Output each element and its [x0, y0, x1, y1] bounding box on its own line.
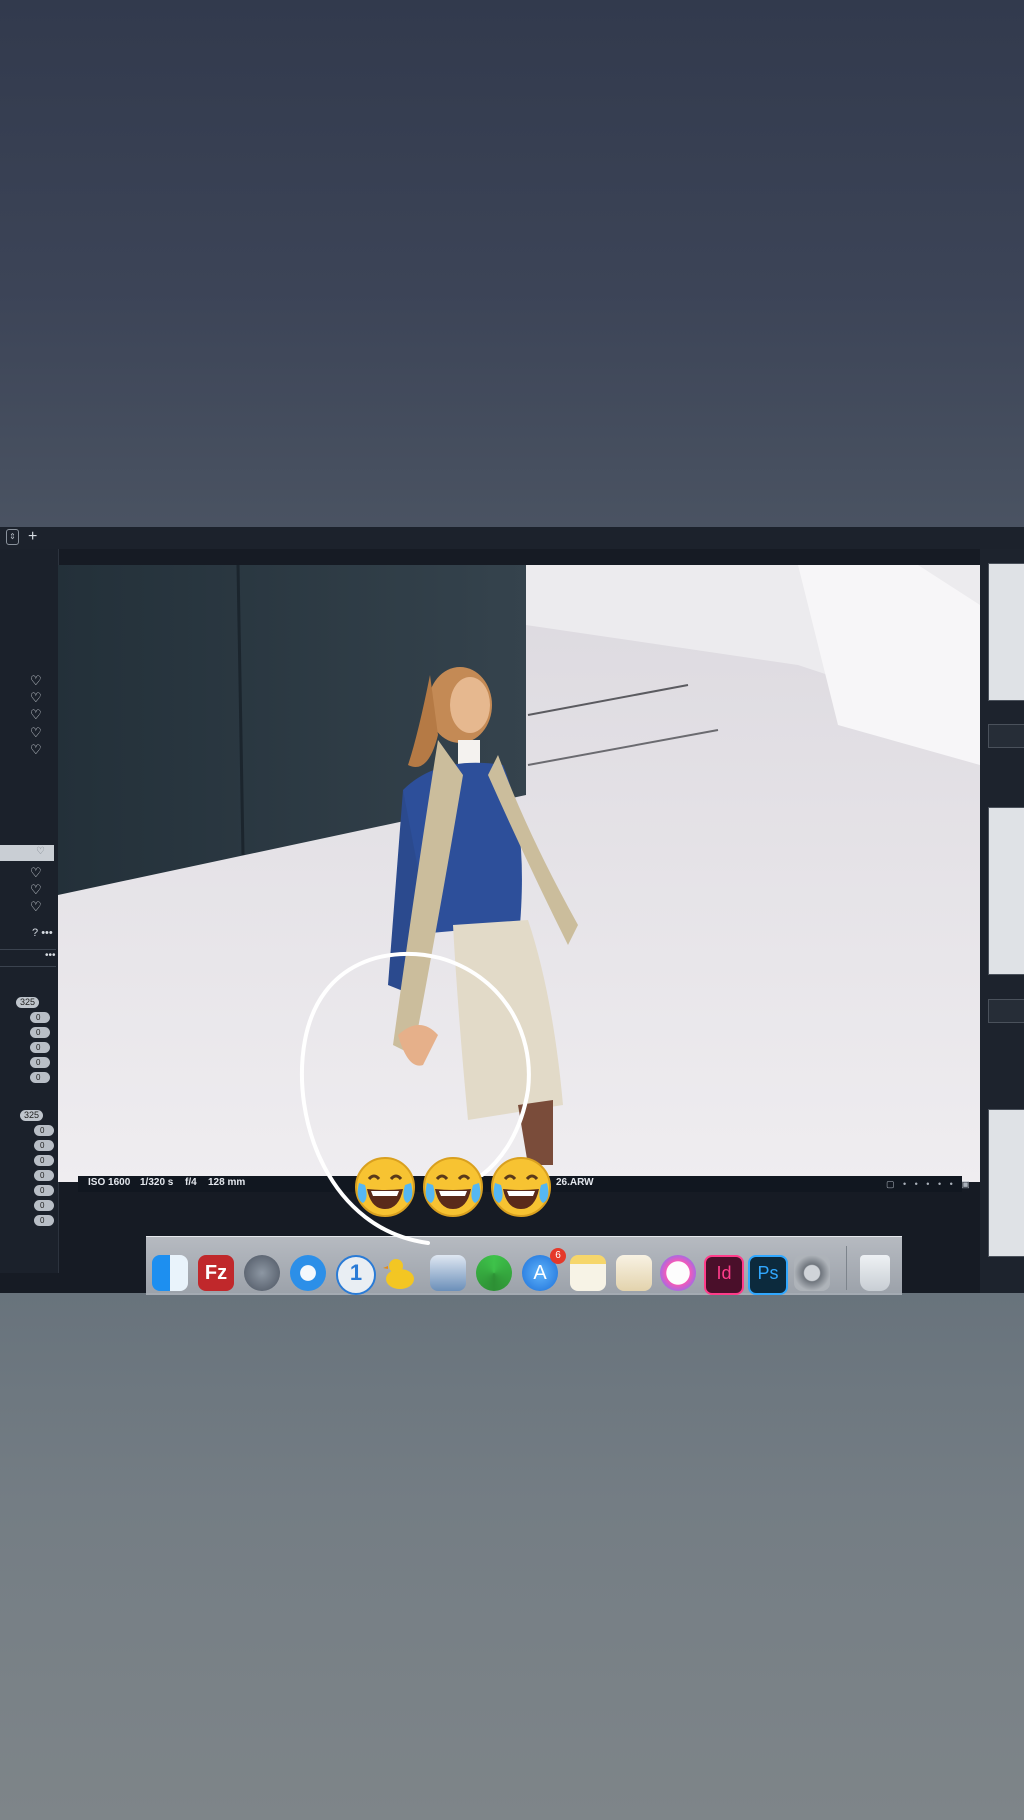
heart-icon[interactable]: ♡ — [30, 899, 42, 915]
more-icon[interactable]: ▢ • • • • • ▣ — [886, 1179, 973, 1190]
count-pill[interactable]: 0 — [34, 1170, 54, 1181]
photo-scene — [58, 565, 980, 1182]
dock-separator — [846, 1246, 847, 1290]
launchpad-icon[interactable] — [244, 1255, 280, 1291]
trash-icon[interactable] — [860, 1255, 890, 1291]
heart-icon[interactable]: ♡ — [30, 865, 42, 881]
thumbnail-selected[interactable] — [988, 807, 1024, 975]
heart-icon[interactable]: ♡ — [30, 882, 42, 898]
heart-icon[interactable]: ♡ — [30, 690, 42, 706]
more-icon[interactable]: ••• — [45, 950, 56, 961]
count-pill[interactable]: 0 — [30, 1057, 50, 1068]
itunes-icon[interactable] — [660, 1255, 696, 1291]
photoshop-icon[interactable]: Ps — [748, 1255, 788, 1295]
safari-icon[interactable] — [290, 1255, 326, 1291]
main-photo — [58, 565, 980, 1182]
filezilla-icon[interactable]: Fz — [198, 1255, 234, 1291]
meta-iso: ISO 1600 — [88, 1177, 131, 1188]
count-pill[interactable]: 0 — [34, 1200, 54, 1211]
meta-filename: 26.ARW — [556, 1177, 594, 1188]
heart-icon[interactable]: ♡ — [30, 673, 42, 689]
cyberduck-icon[interactable] — [382, 1255, 418, 1291]
preview-icon[interactable] — [430, 1255, 466, 1291]
laughing-emoji — [489, 1155, 553, 1219]
help-icon[interactable]: ? ••• — [32, 927, 53, 939]
count-pill[interactable]: 0 — [30, 1012, 50, 1023]
story-top-background — [0, 0, 1024, 527]
sync-icon[interactable] — [476, 1255, 512, 1291]
search-field[interactable]: ••• — [0, 949, 56, 967]
add-button[interactable]: + — [28, 528, 37, 546]
1password-icon[interactable]: 1 — [336, 1255, 376, 1295]
selected-row[interactable]: ♡ — [0, 845, 54, 861]
meta-focal: 128 mm — [208, 1177, 246, 1188]
app-toolbar: ⇕ + — [0, 527, 1024, 549]
notes-icon[interactable] — [570, 1255, 606, 1291]
left-panel: ♡ ♡ ♡ ♡ ♡ ♡ ♡ ♡ ♡ ? ••• ••• 325 0 0 0 0 … — [0, 549, 59, 1273]
pages-icon[interactable] — [616, 1255, 652, 1291]
stepper-icon[interactable]: ⇕ — [6, 529, 19, 545]
count-pill[interactable]: 325 — [20, 1110, 44, 1121]
count-pill[interactable]: 0 — [34, 1155, 54, 1166]
heart-icon[interactable]: ♡ — [30, 742, 42, 758]
thumbnail-label — [988, 724, 1024, 748]
thumbnail[interactable] — [988, 1109, 1024, 1257]
system-preferences-icon[interactable] — [794, 1255, 830, 1291]
indesign-icon[interactable]: Id — [704, 1255, 744, 1295]
count-pill[interactable]: 0 — [30, 1042, 50, 1053]
heart-icon[interactable]: ♡ — [30, 707, 42, 723]
story-bottom-background — [0, 1293, 1024, 1820]
count-pill[interactable]: 0 — [30, 1072, 50, 1083]
laughing-emoji — [421, 1155, 485, 1219]
count-pill[interactable]: 0 — [34, 1185, 54, 1196]
count-pill[interactable]: 0 — [30, 1027, 50, 1038]
thumbnail-label — [988, 999, 1024, 1023]
meta-aperture: f/4 — [185, 1177, 197, 1188]
count-pill[interactable]: 0 — [34, 1125, 54, 1136]
thumbnail[interactable] — [988, 563, 1024, 701]
heart-icon[interactable]: ♡ — [30, 725, 42, 741]
count-pill[interactable]: 325 — [16, 997, 40, 1008]
filmstrip — [980, 549, 1024, 1293]
laughing-emoji — [353, 1155, 417, 1219]
count-pill[interactable]: 0 — [34, 1140, 54, 1151]
heart-icon: ♡ — [36, 846, 45, 857]
meta-shutter: 1/320 s — [140, 1177, 174, 1188]
notification-badge: 6 — [550, 1248, 566, 1264]
count-pill[interactable]: 0 — [34, 1215, 54, 1226]
finder-icon[interactable] — [152, 1255, 188, 1291]
